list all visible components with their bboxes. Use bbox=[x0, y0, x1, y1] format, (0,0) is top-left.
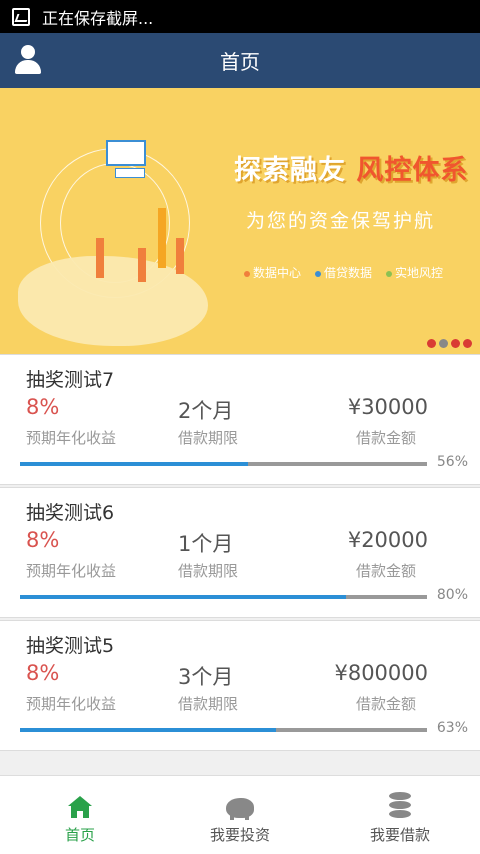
loan-rate: 8% bbox=[26, 395, 60, 419]
loan-rate: 8% bbox=[26, 661, 60, 685]
pager-dot[interactable] bbox=[463, 339, 472, 348]
bottom-tab-bar: 首页 我要投资 我要借款 bbox=[0, 775, 480, 854]
user-icon[interactable] bbox=[14, 45, 42, 75]
loan-card[interactable]: 抽奖测试6 8% 预期年化收益 1个月 借款期限 ¥20000 借款金额 80% bbox=[0, 487, 480, 618]
progress-bar bbox=[20, 462, 427, 466]
page-title: 首页 bbox=[220, 50, 260, 74]
progress-fill bbox=[20, 462, 248, 466]
loan-amount-label: 借款金额 bbox=[355, 562, 416, 580]
loan-rate-label: 预期年化收益 bbox=[26, 429, 117, 447]
loan-amount: ¥20000 bbox=[347, 528, 428, 552]
building-illustration bbox=[96, 238, 104, 278]
pager-dot[interactable] bbox=[451, 339, 460, 348]
banner-title: 探索融友 风控体系 bbox=[234, 155, 469, 186]
tab-label: 首页 bbox=[64, 826, 95, 844]
loan-name: 抽奖测试7 bbox=[26, 369, 115, 391]
piggy-bank-icon bbox=[226, 798, 254, 820]
loan-card[interactable]: 抽奖测试5 8% 预期年化收益 3个月 借款期限 ¥800000 借款金额 63… bbox=[0, 620, 480, 751]
banner-tag: 数据中心 bbox=[244, 264, 301, 281]
building-illustration bbox=[176, 238, 184, 274]
promo-banner[interactable]: 探索融友 风控体系 为您的资金保驾护航 数据中心 借贷数据 实地风控 bbox=[0, 88, 480, 354]
progress-percent: 56% bbox=[436, 454, 468, 470]
loan-name: 抽奖测试5 bbox=[26, 635, 115, 657]
app-bar: 首页 bbox=[0, 33, 480, 88]
progress-bar bbox=[20, 595, 427, 599]
loan-term-label: 借款期限 bbox=[178, 695, 239, 713]
progress-percent: 80% bbox=[436, 587, 468, 603]
status-bar: 正在保存截屏... bbox=[0, 0, 480, 33]
tab-label: 我要投资 bbox=[209, 826, 270, 844]
banner-tag: 借贷数据 bbox=[315, 264, 372, 281]
tab-label: 我要借款 bbox=[369, 826, 430, 844]
home-icon bbox=[68, 796, 92, 818]
banner-subtitle: 为您的资金保驾护航 bbox=[246, 210, 436, 232]
loan-term: 3个月 bbox=[178, 665, 234, 689]
building-illustration bbox=[138, 248, 146, 282]
pager-dot[interactable] bbox=[427, 339, 436, 348]
keyboard-illustration bbox=[115, 168, 145, 178]
database-icon bbox=[389, 792, 411, 818]
loan-term: 1个月 bbox=[178, 532, 234, 556]
progress-fill bbox=[20, 728, 277, 732]
monitor-illustration bbox=[106, 140, 146, 166]
loan-amount: ¥30000 bbox=[347, 395, 428, 419]
loan-rate-label: 预期年化收益 bbox=[26, 695, 117, 713]
loan-card[interactable]: 抽奖测试7 8% 预期年化收益 2个月 借款期限 ¥30000 借款金额 56% bbox=[0, 354, 480, 485]
loan-amount-label: 借款金额 bbox=[355, 695, 416, 713]
screenshot-icon bbox=[12, 7, 30, 26]
progress-fill bbox=[20, 595, 346, 599]
loan-term-label: 借款期限 bbox=[178, 429, 239, 447]
tab-invest[interactable]: 我要投资 bbox=[160, 776, 320, 854]
loan-rate: 8% bbox=[26, 528, 60, 552]
loan-rate-label: 预期年化收益 bbox=[26, 562, 117, 580]
banner-tag: 实地风控 bbox=[386, 264, 443, 281]
loan-name: 抽奖测试6 bbox=[26, 502, 115, 524]
pager-dot[interactable] bbox=[439, 339, 448, 348]
loan-amount-label: 借款金额 bbox=[355, 429, 416, 447]
progress-bar bbox=[20, 728, 427, 732]
building-illustration bbox=[158, 208, 166, 268]
tab-borrow[interactable]: 我要借款 bbox=[320, 776, 480, 854]
loan-term: 2个月 bbox=[178, 399, 234, 423]
status-text: 正在保存截屏... bbox=[42, 8, 154, 28]
loan-amount: ¥800000 bbox=[334, 661, 428, 685]
progress-percent: 63% bbox=[436, 720, 468, 736]
banner-pager[interactable] bbox=[427, 339, 472, 348]
loan-term-label: 借款期限 bbox=[178, 562, 239, 580]
banner-tags: 数据中心 借贷数据 实地风控 bbox=[244, 264, 443, 281]
tab-home[interactable]: 首页 bbox=[0, 776, 160, 854]
